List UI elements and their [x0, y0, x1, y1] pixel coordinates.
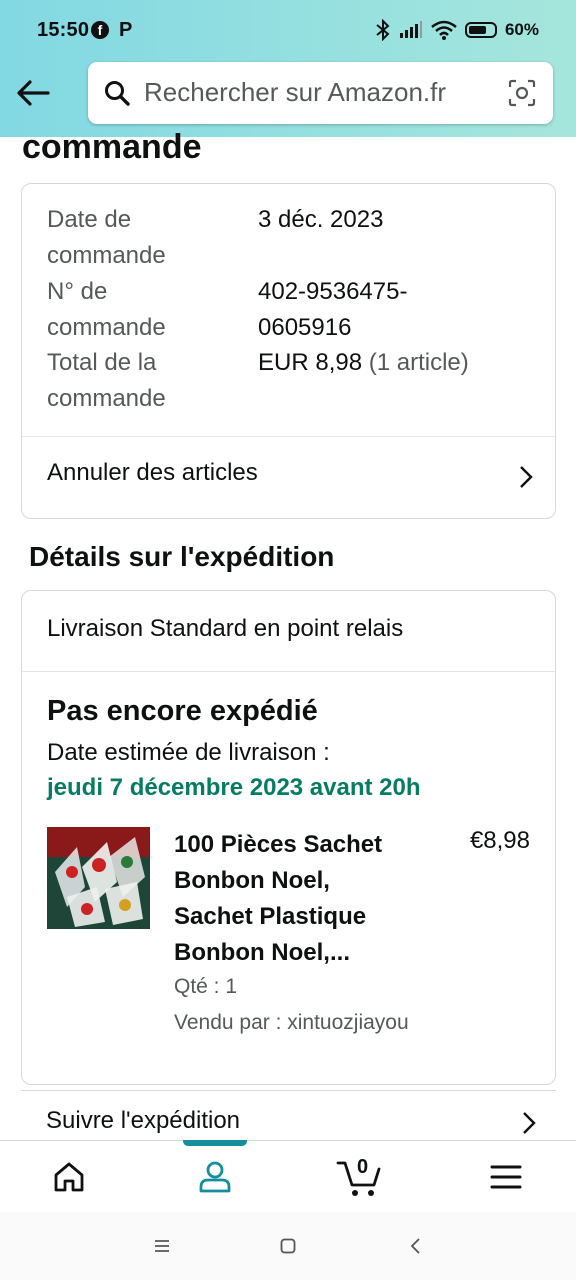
search-icon	[105, 81, 130, 106]
bluetooth-icon	[376, 19, 390, 41]
label-line: N° de	[47, 278, 108, 305]
product-seller: Vendu par : xintuozjiayou	[174, 1011, 409, 1034]
back-arrow-icon[interactable]	[14, 74, 52, 112]
label-line: commande	[47, 385, 166, 412]
recent-apps-icon[interactable]	[152, 1236, 172, 1256]
facebook-notification-icon: f	[91, 21, 109, 39]
camera-scan-icon[interactable]	[507, 78, 537, 108]
battery-icon	[464, 22, 497, 38]
system-back-icon[interactable]	[406, 1236, 426, 1256]
chevron-right-icon	[520, 466, 533, 488]
product-title-line: Bonbon Noel,	[174, 867, 330, 894]
order-number-value: 402-9536475- 0605916	[258, 274, 548, 346]
account-icon[interactable]	[197, 1159, 233, 1195]
order-total-label: Total de la commande	[47, 345, 247, 417]
home-button-icon[interactable]	[278, 1236, 298, 1256]
label-line: Total de la	[47, 349, 157, 376]
status-right-group: 60%	[375, 19, 539, 41]
chevron-right-icon	[523, 1112, 536, 1134]
track-shipment-label: Suivre l'expédition	[46, 1107, 241, 1134]
product-title-link[interactable]: 100 Pièces Sachet Bonbon Noel, Sachet Pl…	[174, 827, 424, 971]
shipping-section-title: Détails sur l'expédition	[29, 541, 335, 572]
cart-count-badge: 0	[357, 1156, 369, 1178]
status-time: 15:50	[37, 19, 90, 41]
order-date-label: Date de commande	[47, 202, 247, 274]
estimated-delivery-label: Date estimée de livraison :	[47, 739, 330, 766]
product-quantity: Qté : 1	[174, 975, 238, 998]
label-line: commande	[47, 242, 166, 269]
search-input[interactable]: Rechercher sur Amazon.fr	[144, 77, 446, 108]
product-image[interactable]	[47, 827, 150, 929]
value-line: 0605916	[258, 314, 352, 341]
app-header: 15:50 f P 60% Rechercher sur Amazon.fr	[0, 0, 576, 137]
product-price: €8,98	[469, 827, 530, 854]
active-tab-indicator	[183, 1140, 247, 1146]
wifi-icon	[431, 20, 457, 40]
menu-icon[interactable]	[488, 1159, 524, 1195]
value-line: 402-9536475-	[258, 278, 408, 305]
product-title-line: 100 Pièces Sachet	[174, 831, 383, 858]
page-title: commande	[22, 128, 202, 166]
total-article-count: (1 article)	[368, 349, 469, 376]
product-image-graphic	[47, 827, 150, 929]
order-number-label: N° de commande	[47, 274, 247, 346]
estimated-delivery-date: jeudi 7 décembre 2023 avant 20h	[47, 774, 421, 801]
product-title-line: Bonbon Noel,...	[174, 939, 350, 966]
product-title-line: Sachet Plastique	[174, 903, 367, 930]
delivery-method: Livraison Standard en point relais	[47, 615, 404, 642]
shipment-card: Livraison Standard en point relais Pas e…	[21, 590, 556, 1085]
battery-percent: 60%	[504, 20, 539, 39]
home-icon[interactable]	[51, 1159, 87, 1195]
label-line: Date de	[47, 206, 132, 233]
shipment-status: Pas encore expédié	[47, 695, 318, 727]
signal-icon	[399, 21, 422, 38]
order-total-value: EUR 8,98 (1 article)	[258, 345, 548, 381]
bottom-navigation: 0	[0, 1140, 576, 1212]
label-line: commande	[47, 314, 166, 341]
divider	[22, 671, 555, 672]
order-date-value: 3 déc. 2023	[258, 206, 384, 233]
parking-notification-icon: P	[119, 19, 133, 41]
order-summary-card: Date de commande 3 déc. 2023 N° de comma…	[21, 183, 556, 519]
total-amount: EUR 8,98	[258, 349, 363, 376]
status-bar: 15:50 f P 60%	[0, 0, 576, 62]
cancel-items-row[interactable]: Annuler des articles	[22, 437, 555, 518]
system-navigation-bar	[0, 1212, 576, 1280]
cancel-items-label: Annuler des articles	[47, 459, 258, 486]
cart-button[interactable]: 0	[336, 1155, 384, 1199]
search-bar[interactable]: Rechercher sur Amazon.fr	[88, 62, 553, 124]
